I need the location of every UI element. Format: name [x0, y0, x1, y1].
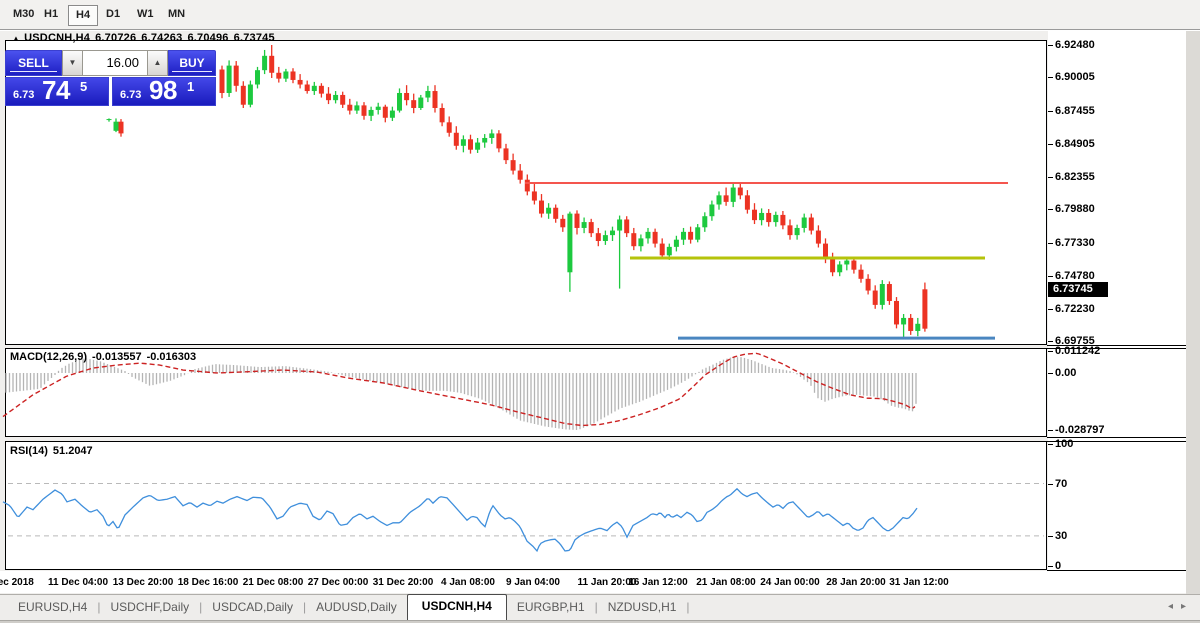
- timeframe-button-d1[interactable]: D1: [99, 5, 127, 26]
- time-axis-label: 4 Jan 08:00: [441, 577, 495, 588]
- price-axis-tick: [1048, 177, 1053, 178]
- rsi-label: RSI(14) 51.2047: [10, 445, 98, 457]
- timeframe-button-mn[interactable]: MN: [161, 5, 192, 26]
- rsi-axis-label: 70: [1055, 478, 1067, 490]
- time-axis-label: 13 Dec 20:00: [113, 577, 174, 588]
- close-value: 6.73745: [234, 32, 275, 44]
- buy-button[interactable]: BUY: [168, 50, 216, 76]
- timeframe-button-h4[interactable]: H4: [68, 5, 98, 26]
- spread-decrease-button[interactable]: ▼: [62, 50, 83, 76]
- tab-scroll-arrows[interactable]: ◂▸: [1168, 601, 1194, 612]
- rsi-axis-label: 100: [1055, 438, 1073, 450]
- price-axis-label: 6.90005: [1055, 71, 1095, 83]
- volume-input[interactable]: 16.00: [83, 50, 147, 76]
- price-axis-tick: [1048, 45, 1053, 46]
- buy-price-point: 1: [187, 79, 194, 94]
- chart-tab-usdcnh-h4[interactable]: USDCNH,H4: [407, 594, 507, 620]
- rsi-pane[interactable]: [5, 441, 1047, 570]
- buy-quote[interactable]: 6.73 98 1: [112, 77, 216, 106]
- time-axis-label: 31 Jan 12:00: [889, 577, 949, 588]
- macd-axis-tick: [1048, 351, 1053, 352]
- rsi-axis-tick: [1048, 484, 1053, 485]
- time-axis-label: 18 Dec 16:00: [178, 577, 239, 588]
- price-axis-tick: [1048, 144, 1053, 145]
- timeframe-button-h1[interactable]: H1: [37, 5, 65, 26]
- tab-separator: |: [686, 600, 689, 620]
- price-axis-tick: [1048, 309, 1053, 310]
- rsi-value: 51.2047: [53, 445, 93, 457]
- macd-axis-tick: [1048, 430, 1053, 431]
- price-axis-tick: [1048, 243, 1053, 244]
- rsi-axis-tick: [1048, 536, 1053, 537]
- chart-tab-usdcad-daily[interactable]: USDCAD,Daily: [202, 596, 303, 620]
- open-value: 6.70726: [95, 32, 136, 44]
- buy-price-pips: 98: [149, 75, 177, 106]
- rsi-name: RSI(14): [10, 445, 48, 457]
- one-click-trade-panel: SELL ▼ 16.00 ▲ BUY 6.73 74 5 6.73 98 1: [5, 50, 216, 106]
- price-axis-label: 6.82355: [1055, 171, 1095, 183]
- buy-price-base: 6.73: [120, 89, 141, 101]
- timeframe-toolbar: M30H1H4D1W1MN: [0, 0, 1200, 30]
- macd-axis-label: 0.011242: [1055, 345, 1100, 357]
- macd-value-1: -0.013557: [92, 351, 142, 363]
- current-price-badge: 6.73745: [1048, 282, 1108, 297]
- price-axis-label: 6.84905: [1055, 138, 1095, 150]
- chart-tab-nzdusd-h1[interactable]: NZDUSD,H1: [598, 596, 687, 620]
- price-axis-tick: [1048, 111, 1053, 112]
- tab-scroll-left-icon[interactable]: ◂: [1168, 601, 1181, 612]
- macd-axis-tick: [1048, 373, 1053, 374]
- price-axis-label: 6.87455: [1055, 105, 1095, 117]
- price-axis-tick: [1048, 276, 1053, 277]
- high-value: 6.74263: [141, 32, 182, 44]
- time-axis-label: 6 Dec 2018: [0, 577, 34, 588]
- time-axis-label: 28 Jan 20:00: [826, 577, 886, 588]
- sell-quote[interactable]: 6.73 74 5: [5, 77, 109, 106]
- macd-value-2: -0.016303: [147, 351, 197, 363]
- spread-increase-button[interactable]: ▲: [147, 50, 168, 76]
- time-axis-label: 11 Dec 04:00: [48, 577, 108, 588]
- time-axis-label: 31 Dec 20:00: [373, 577, 434, 588]
- time-axis-label: 21 Dec 08:00: [243, 577, 304, 588]
- window-edge-strip: [1186, 30, 1200, 594]
- macd-axis-label: -0.028797: [1055, 424, 1105, 436]
- time-axis-label: 21 Jan 08:00: [696, 577, 756, 588]
- price-axis-label: 6.74780: [1055, 270, 1095, 282]
- price-axis-label: 6.92480: [1055, 39, 1095, 51]
- time-axis: 6 Dec 2018 11 Dec 04:00 13 Dec 20:00 18 Dec…: [0, 571, 1186, 593]
- chart-tab-bar: EURUSD,H4|USDCHF,Daily|USDCAD,Daily|AUDU…: [0, 594, 1200, 620]
- sell-price-pips: 74: [42, 75, 70, 106]
- time-axis-label: 27 Dec 00:00: [308, 577, 369, 588]
- toolbar-divider: [0, 29, 1200, 31]
- chart-tab-eurusd-h4[interactable]: EURUSD,H4: [8, 596, 97, 620]
- symbol-name: USDCNH,H4: [24, 32, 90, 44]
- sell-price-point: 5: [80, 79, 87, 94]
- macd-label: MACD(12,26,9) -0.013557 -0.016303: [10, 351, 201, 363]
- chart-tab-audusd-daily[interactable]: AUDUSD,Daily: [306, 596, 407, 620]
- price-axis-label: 6.72230: [1055, 303, 1095, 315]
- macd-axis-label: 0.00: [1055, 367, 1076, 379]
- price-axis-tick: [1048, 77, 1053, 78]
- chart-tab-eurgbp-h1[interactable]: EURGBP,H1: [507, 596, 595, 620]
- low-value: 6.70496: [187, 32, 228, 44]
- sell-button[interactable]: SELL: [5, 50, 62, 76]
- time-axis-label: 9 Jan 04:00: [506, 577, 560, 588]
- rsi-axis-tick: [1048, 444, 1053, 445]
- price-axis-tick: [1048, 209, 1053, 210]
- price-axis-label: 6.77330: [1055, 237, 1095, 249]
- price-axis-label: 6.79880: [1055, 203, 1095, 215]
- rsi-axis-label: 0: [1055, 560, 1061, 572]
- timeframe-button-w1[interactable]: W1: [130, 5, 161, 26]
- macd-name: MACD(12,26,9): [10, 351, 87, 363]
- sell-price-base: 6.73: [13, 89, 34, 101]
- chart-tab-usdchf-daily[interactable]: USDCHF,Daily: [100, 596, 199, 620]
- rsi-axis-label: 30: [1055, 530, 1067, 542]
- chart-title: ▲ USDCNH,H4 6.70726 6.74263 6.70496 6.73745: [12, 32, 280, 44]
- time-axis-label: 16 Jan 12:00: [628, 577, 688, 588]
- rsi-axis-tick: [1048, 566, 1053, 567]
- panel-expander-icon[interactable]: ▲: [12, 34, 20, 43]
- time-axis-label: 24 Jan 00:00: [760, 577, 820, 588]
- price-axis-tick: [1048, 341, 1053, 342]
- tab-scroll-right-icon[interactable]: ▸: [1181, 601, 1194, 612]
